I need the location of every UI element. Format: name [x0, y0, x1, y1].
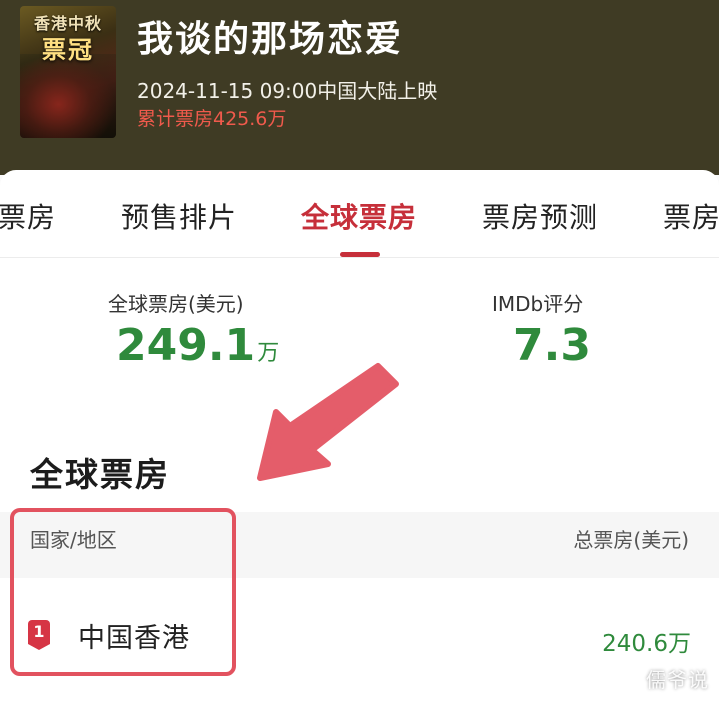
imdb-rating-label: IMDb评分 — [492, 292, 584, 316]
movie-header: 香港中秋 票冠 我谈的那场恋爱 2024-11-15 09:00中国大陆上映 累… — [0, 0, 719, 175]
release-info: 2024-11-15 09:00中国大陆上映 — [137, 79, 438, 103]
tab-presale-schedule[interactable]: 预售排片 — [121, 196, 237, 236]
tab-box-office[interactable]: 票房 — [0, 196, 56, 236]
region-box-office: 240.6万 — [602, 631, 691, 657]
active-tab-indicator — [340, 252, 380, 257]
column-header-total: 总票房(美元) — [573, 528, 689, 552]
movie-title: 我谈的那场恋爱 — [137, 19, 404, 60]
tab-box-office-forecast[interactable]: 票房预测 — [482, 196, 598, 236]
annotation-arrow-icon — [257, 363, 399, 481]
tab-box-office-more[interactable]: 票房 — [663, 196, 719, 236]
watermark: 儒爷说 — [646, 668, 709, 692]
cumulative-box-office: 累计票房425.6万 — [137, 108, 287, 130]
annotation-highlight-box — [10, 508, 236, 676]
section-title: 全球票房 — [30, 455, 170, 494]
movie-poster[interactable]: 香港中秋 票冠 — [20, 6, 116, 138]
poster-artwork — [20, 54, 116, 138]
tab-global-box-office[interactable]: 全球票房 — [301, 196, 417, 236]
imdb-rating-value: 7.3 — [513, 320, 591, 371]
global-box-office-label: 全球票房(美元) — [108, 292, 244, 316]
poster-text-main: 票冠 — [42, 36, 94, 64]
tab-bar: 票房 预售排片 全球票房 票房预测 票房 — [0, 170, 719, 258]
global-box-office-number: 249.1 — [116, 320, 256, 371]
